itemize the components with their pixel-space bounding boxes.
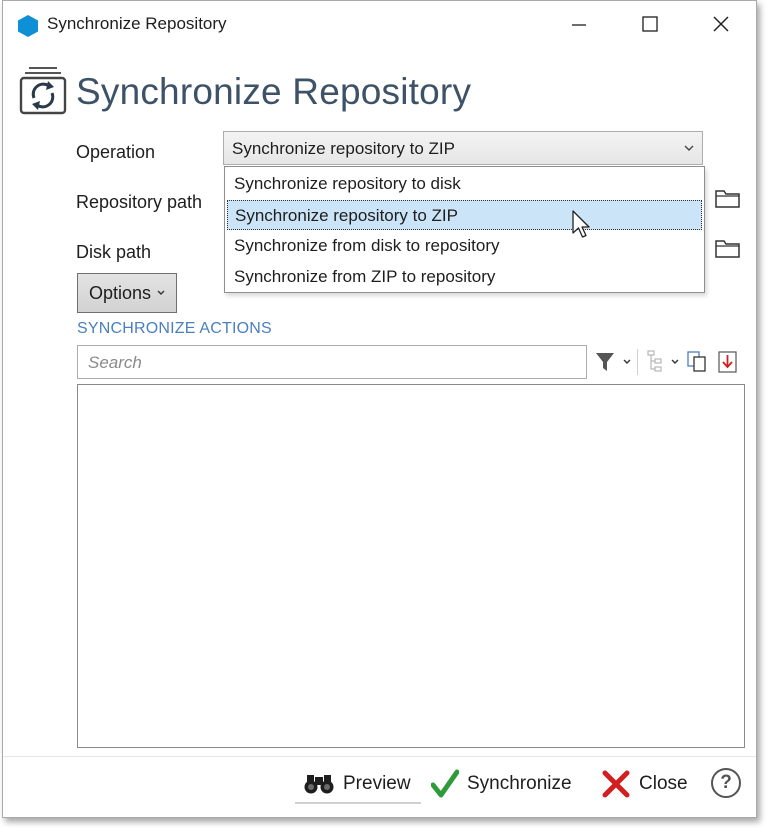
- disk-path-label: Disk path: [76, 242, 152, 262]
- page-title: Synchronize Repository: [76, 71, 472, 112]
- operation-label: Operation: [76, 142, 156, 162]
- help-button[interactable]: ?: [711, 768, 741, 798]
- synchronize-actions-list[interactable]: [77, 384, 745, 748]
- toolbar-divider: [637, 349, 638, 375]
- close-button[interactable]: Close: [601, 766, 688, 802]
- operation-dropdown-list[interactable]: Synchronize repository to disk Synchroni…: [224, 166, 705, 293]
- binoculars-icon: [304, 775, 334, 794]
- help-icon: ?: [720, 772, 732, 793]
- chevron-down-icon[interactable]: [671, 359, 679, 365]
- browse-repository-folder-icon[interactable]: [714, 186, 742, 210]
- tree-view-icon[interactable]: [646, 350, 666, 374]
- filter-icon[interactable]: [595, 351, 615, 373]
- maximize-button[interactable]: [626, 1, 674, 47]
- export-icon[interactable]: [716, 350, 740, 374]
- options-button-label: Options: [88, 282, 152, 303]
- app-hexagon-icon: [18, 15, 38, 37]
- mouse-cursor-icon: [572, 210, 590, 238]
- dropdown-option[interactable]: Synchronize from ZIP to repository: [227, 262, 702, 292]
- preview-label: Preview: [343, 773, 411, 794]
- dialog-window: Synchronize Repository Synchronize Repos…: [2, 0, 757, 818]
- options-button[interactable]: Options: [77, 273, 177, 313]
- dropdown-option[interactable]: Synchronize repository to disk: [227, 169, 702, 199]
- search-input[interactable]: Search: [77, 345, 587, 379]
- chevron-down-icon: [684, 145, 694, 151]
- dropdown-option-selected[interactable]: Synchronize repository to ZIP: [227, 200, 702, 230]
- close-label: Close: [639, 773, 688, 794]
- preview-focus-underline: [295, 802, 421, 804]
- close-icon: [713, 16, 729, 32]
- close-window-button[interactable]: [697, 1, 745, 47]
- dropdown-option[interactable]: Synchronize from disk to repository: [227, 231, 702, 261]
- minimize-icon: [572, 24, 586, 26]
- chevron-down-icon[interactable]: [623, 359, 631, 365]
- synchronize-label: Synchronize: [467, 773, 572, 794]
- repository-path-label: Repository path: [76, 192, 203, 212]
- preview-button[interactable]: Preview: [303, 766, 411, 802]
- red-x-icon: [602, 770, 630, 798]
- checkmark-icon: [431, 769, 459, 798]
- footer-divider: [3, 756, 756, 757]
- synchronize-actions-label: SYNCHRONIZE ACTIONS: [77, 320, 272, 337]
- operation-select[interactable]: Synchronize repository to ZIP: [223, 131, 703, 165]
- operation-selected-value: Synchronize repository to ZIP: [232, 139, 455, 158]
- sync-repository-icon: [19, 67, 67, 115]
- title-bar[interactable]: Synchronize Repository: [3, 1, 756, 49]
- search-placeholder: Search: [88, 353, 142, 372]
- window-title: Synchronize Repository: [47, 14, 227, 33]
- browse-disk-folder-icon[interactable]: [714, 236, 742, 260]
- maximize-icon: [642, 16, 658, 32]
- synchronize-button[interactable]: Synchronize: [431, 766, 572, 802]
- minimize-button[interactable]: [555, 1, 603, 47]
- copy-icon[interactable]: [686, 350, 708, 374]
- chevron-down-icon: [157, 290, 165, 295]
